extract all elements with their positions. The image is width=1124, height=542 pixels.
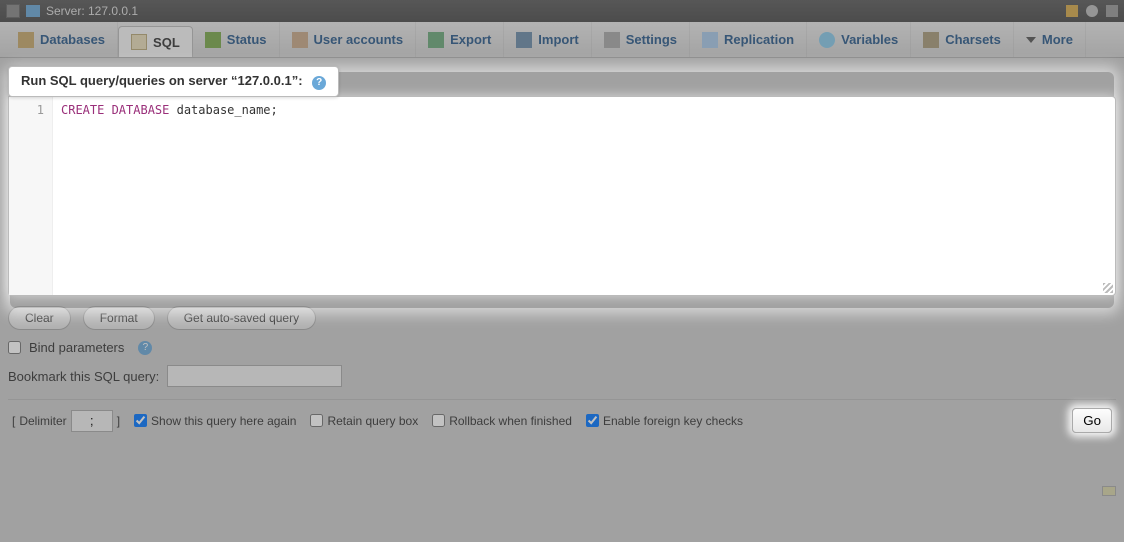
tab-settings[interactable]: Settings <box>592 22 690 57</box>
editor-code[interactable]: CREATE DATABASE database_name; <box>53 97 1101 295</box>
format-button[interactable]: Format <box>83 306 155 330</box>
retain-box-label: Retain query box <box>327 414 418 428</box>
users-icon <box>292 32 308 48</box>
delimiter-label: Delimiter <box>19 414 66 428</box>
panel-title-box: Run SQL query/queries on server “127.0.0… <box>8 66 339 97</box>
titlebar-label: Server: 127.0.0.1 <box>46 4 138 18</box>
export-icon <box>428 32 444 48</box>
tab-label: Settings <box>626 32 677 47</box>
server-icon <box>26 5 40 17</box>
line-number: 1 <box>9 103 44 117</box>
tab-label: Charsets <box>945 32 1001 47</box>
bookmark-label: Bookmark this SQL query: <box>8 369 159 384</box>
tab-label: Import <box>538 32 578 47</box>
tab-label: User accounts <box>314 32 404 47</box>
sql-editor[interactable]: 1 CREATE DATABASE database_name; <box>8 96 1116 296</box>
replication-icon <box>702 32 718 48</box>
titlebar: Server: 127.0.0.1 <box>0 0 1124 22</box>
show-again-checkbox[interactable] <box>134 414 147 427</box>
foreign-key-checkbox[interactable] <box>586 414 599 427</box>
show-again-label: Show this query here again <box>151 414 296 428</box>
help-icon[interactable]: ? <box>312 76 326 90</box>
sql-rest: database_name; <box>169 103 277 117</box>
panel-toggle-icon[interactable] <box>6 4 20 18</box>
tab-more[interactable]: More <box>1014 22 1086 57</box>
tab-user-accounts[interactable]: User accounts <box>280 22 417 57</box>
bind-parameters-label: Bind parameters <box>29 340 124 355</box>
delimiter-close-bracket: ] <box>117 414 120 428</box>
tab-status[interactable]: Status <box>193 22 280 57</box>
tab-databases[interactable]: Databases <box>6 22 118 57</box>
tab-label: Replication <box>724 32 794 47</box>
caret-down-icon <box>1026 37 1036 43</box>
tab-sql[interactable]: SQL <box>118 26 193 57</box>
rollback-label: Rollback when finished <box>449 414 572 428</box>
tab-label: Variables <box>841 32 898 47</box>
charsets-icon <box>923 32 939 48</box>
tab-label: Export <box>450 32 491 47</box>
tab-label: SQL <box>153 35 180 50</box>
delimiter-input[interactable] <box>71 410 113 432</box>
retain-box-checkbox[interactable] <box>310 414 323 427</box>
resize-handle-icon[interactable] <box>1103 283 1113 293</box>
sql-keyword: CREATE DATABASE <box>61 103 169 117</box>
tab-export[interactable]: Export <box>416 22 504 57</box>
autosaved-button[interactable]: Get auto-saved query <box>167 306 316 330</box>
clear-button[interactable]: Clear <box>8 306 71 330</box>
sql-icon <box>131 34 147 50</box>
tab-label: Status <box>227 32 267 47</box>
database-icon <box>18 32 34 48</box>
editor-gutter: 1 <box>9 97 53 295</box>
delimiter-open-bracket: [ <box>12 414 15 428</box>
go-button[interactable]: Go <box>1072 408 1112 433</box>
status-icon <box>205 32 221 48</box>
collapse-icon[interactable] <box>1106 5 1118 17</box>
tab-replication[interactable]: Replication <box>690 22 807 57</box>
tab-charsets[interactable]: Charsets <box>911 22 1014 57</box>
bind-parameters-checkbox[interactable] <box>8 341 21 354</box>
help-icon[interactable]: ? <box>138 341 152 355</box>
variables-icon <box>819 32 835 48</box>
import-icon <box>516 32 532 48</box>
bookmark-input[interactable] <box>167 365 342 387</box>
tab-label: More <box>1042 32 1073 47</box>
panel-title: Run SQL query/queries on server “127.0.0… <box>21 73 303 88</box>
lock-icon[interactable] <box>1066 5 1078 17</box>
tab-variables[interactable]: Variables <box>807 22 911 57</box>
wrench-icon <box>604 32 620 48</box>
footer-collapse-icon[interactable] <box>1102 486 1116 496</box>
rollback-checkbox[interactable] <box>432 414 445 427</box>
tab-label: Databases <box>40 32 105 47</box>
tabbar: Databases SQL Status User accounts Expor… <box>0 22 1124 58</box>
gear-icon[interactable] <box>1086 5 1098 17</box>
tab-import[interactable]: Import <box>504 22 591 57</box>
foreign-key-label: Enable foreign key checks <box>603 414 743 428</box>
